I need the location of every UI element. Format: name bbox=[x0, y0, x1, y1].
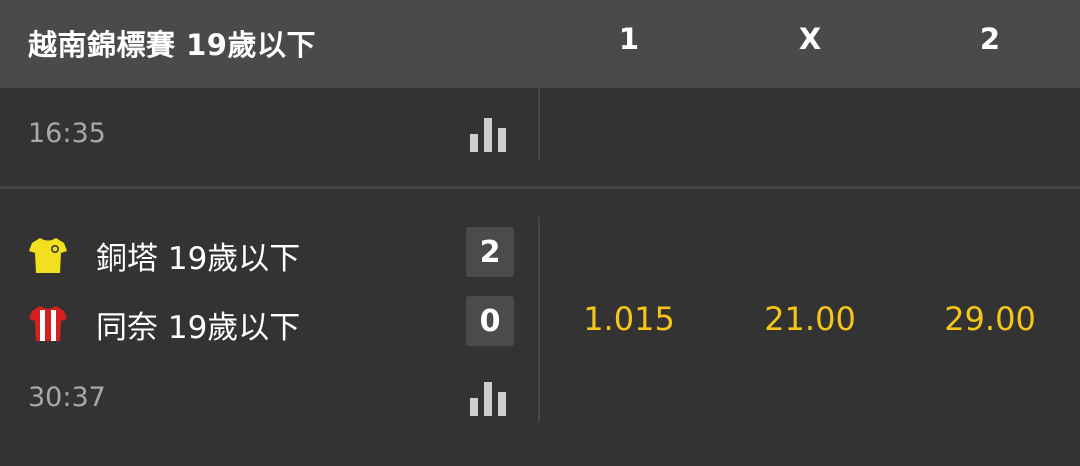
match-clock: 30:37 bbox=[28, 382, 106, 413]
odds-away-button[interactable]: 29.00 bbox=[905, 300, 1075, 338]
away-score: 0 bbox=[466, 296, 514, 346]
column-divider bbox=[538, 217, 540, 422]
away-team-name: 同奈 19歲以下 bbox=[96, 310, 301, 346]
col-header-away: 2 bbox=[979, 22, 1001, 56]
stats-bars-icon[interactable] bbox=[470, 382, 506, 416]
odds-home-button[interactable]: 1.015 bbox=[544, 300, 714, 338]
league-title[interactable]: 越南錦標賽 19歲以下 bbox=[28, 22, 316, 64]
market-header: 越南錦標賽 19歲以下 1 X 2 bbox=[0, 0, 1080, 88]
col-header-home: 1 bbox=[618, 22, 640, 56]
home-shirt-icon bbox=[29, 238, 67, 273]
column-divider bbox=[538, 88, 540, 160]
event-row-1[interactable]: 16:35 bbox=[0, 88, 1080, 188]
stats-bars-icon[interactable] bbox=[470, 118, 506, 152]
home-score: 2 bbox=[466, 227, 514, 277]
home-team-name: 銅塔 19歲以下 bbox=[96, 241, 301, 277]
event-time: 16:35 bbox=[28, 118, 106, 149]
col-header-draw: X bbox=[798, 22, 822, 56]
odds-draw-button[interactable]: 21.00 bbox=[725, 300, 895, 338]
away-shirt-icon bbox=[29, 306, 67, 341]
